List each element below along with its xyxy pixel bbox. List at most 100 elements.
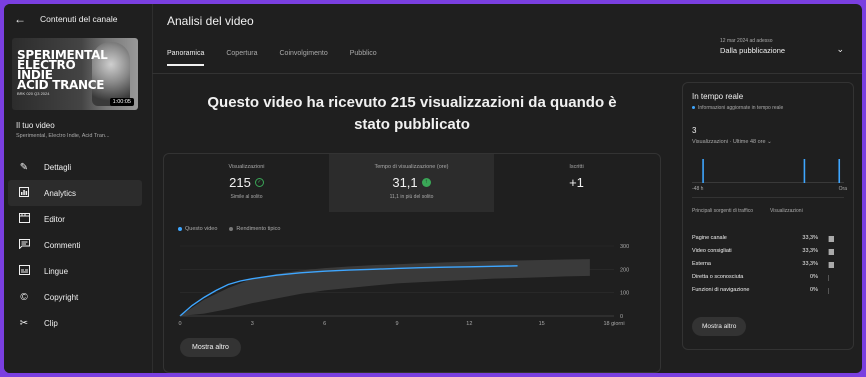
- realtime-count-label[interactable]: Visualizzazioni · Ultime 48 ore ⌄: [692, 139, 772, 145]
- realtime-count: 3: [692, 126, 697, 135]
- realtime-card: In tempo reale Informazioni aggiornate i…: [682, 82, 854, 350]
- back-to-content[interactable]: ← Contenuti del canale: [14, 13, 118, 25]
- traffic-source-bar-fill: [829, 262, 834, 268]
- realtime-bar-chart: [692, 159, 844, 183]
- traffic-source-row: Diretta o sconosciuta 0%: [692, 272, 844, 285]
- traffic-source-row: Pagine canale 33,3%: [692, 233, 844, 246]
- metric-tabs: Visualizzazioni 215 ✓ Simile al solito T…: [164, 154, 660, 212]
- metric-subscribers[interactable]: Iscritti +1: [494, 154, 659, 212]
- tab-bar: Panoramica Copertura Coinvolgimento Pubb…: [167, 50, 377, 66]
- traffic-source-row: Esterna 33,3%: [692, 259, 844, 272]
- overview-card: Visualizzazioni 215 ✓ Simile al solito T…: [163, 153, 661, 373]
- date-range-label: Dalla pubblicazione: [720, 46, 786, 55]
- comments-icon: [18, 238, 30, 252]
- sidebar-item-clip[interactable]: ✂ Clip: [8, 310, 142, 336]
- traffic-source-percent: 33,3%: [802, 248, 818, 254]
- traffic-sources-list: Pagine canale 33,3% Video consigliati 33,3%…: [692, 233, 844, 298]
- sidebar-item-dettagli[interactable]: ✎ Dettagli: [8, 154, 142, 180]
- date-range-text: 12 mar 2024 ad adesso: [720, 38, 773, 44]
- video-subtitle: Sperimental, Electro Indie, Acid Tran...: [16, 133, 110, 139]
- traffic-source-percent: 0%: [810, 287, 818, 293]
- chevron-down-icon: ⌄: [767, 139, 772, 145]
- traffic-source-bar: [828, 236, 843, 242]
- traffic-source-percent: 33,3%: [802, 235, 818, 241]
- traffic-source-name: Funzioni di navigazione: [692, 287, 750, 293]
- chevron-down-icon[interactable]: ⌄: [836, 44, 844, 55]
- legend-dot-icon: [229, 226, 234, 231]
- metric-value: +1: [569, 175, 584, 190]
- realtime-title: In tempo reale: [692, 92, 744, 101]
- traffic-source-name: Pagine canale: [692, 235, 727, 241]
- tabs-divider: [152, 73, 862, 74]
- sidebar-item-lingue[interactable]: Lingue: [8, 258, 142, 284]
- realtime-show-more-button[interactable]: Mostra altro: [692, 317, 747, 336]
- x-tick-label: 0: [178, 321, 181, 327]
- editor-icon: [18, 212, 30, 226]
- traffic-source-percent: 33,3%: [802, 261, 818, 267]
- tab-panoramica[interactable]: Panoramica: [167, 50, 205, 66]
- x-tick-label: 9: [395, 321, 398, 327]
- sidebar-nav: ✎ Dettagli Analytics Editor Commenti Lin…: [8, 154, 142, 336]
- sidebar-item-label: Lingue: [44, 266, 69, 276]
- metric-value: 215: [229, 175, 251, 190]
- sidebar-item-label: Editor: [44, 214, 65, 224]
- sidebar-item-editor[interactable]: Editor: [8, 206, 142, 232]
- legend-typical: Rendimento tipico: [229, 226, 280, 232]
- tab-coinvolgimento[interactable]: Coinvolgimento: [280, 50, 328, 66]
- traffic-source-row: Video consigliati 33,3%: [692, 246, 844, 259]
- arrow-up-icon: ↑: [421, 178, 431, 187]
- metric-watch-time[interactable]: Tempo di visualizzazione (ore) 31,1 ↑ 11…: [329, 154, 494, 212]
- metric-label: Tempo di visualizzazione (ore): [374, 164, 449, 170]
- y-tick-label: 200: [620, 267, 629, 273]
- show-more-button[interactable]: Mostra altro: [180, 338, 241, 357]
- sidebar-item-commenti[interactable]: Commenti: [8, 232, 142, 258]
- sidebar-item-label: Commenti: [44, 240, 81, 250]
- traffic-source-bar: [828, 262, 843, 268]
- x-tick-label: 15: [539, 321, 545, 327]
- sidebar-item-analytics[interactable]: Analytics: [8, 180, 142, 206]
- traffic-source-name: Video consigliati: [692, 248, 732, 254]
- metric-value: 31,1: [392, 175, 418, 190]
- back-label[interactable]: Contenuti del canale: [40, 14, 118, 24]
- live-dot-icon: [692, 106, 695, 110]
- check-circle-icon: ✓: [254, 178, 264, 187]
- chart-legend: Questo video Rendimento tipico: [178, 226, 280, 232]
- x-tick-label: 3: [251, 321, 254, 327]
- x-tick-label: 6: [323, 321, 326, 327]
- realtime-axis-end: Ora: [838, 186, 847, 192]
- video-thumbnail[interactable]: SPERIMENTAL ELECTRO INDIE ACID TRANCE BR…: [12, 38, 138, 110]
- realtime-subtitle: Informazioni aggiornate in tempo reale: [692, 105, 783, 111]
- traffic-source-percent: 0%: [810, 274, 818, 280]
- subtitles-icon: [18, 264, 30, 278]
- app-window: ← Contenuti del canale SPERIMENTAL ELECT…: [4, 4, 862, 373]
- traffic-source-name: Esterna: [692, 261, 711, 267]
- date-range-selector[interactable]: 12 mar 2024 ad adesso Dalla pubblicazion…: [720, 38, 850, 55]
- realtime-bar[interactable]: [803, 159, 806, 183]
- tab-copertura[interactable]: Copertura: [226, 50, 257, 66]
- realtime-bar[interactable]: [702, 159, 704, 183]
- realtime-bar[interactable]: [838, 159, 841, 183]
- thumbnail-subtitle: BRK 020 Q3 2024: [17, 91, 50, 96]
- copyright-icon: ©: [20, 291, 28, 303]
- divider: [692, 197, 844, 198]
- metric-sub: Simile al solito: [230, 194, 263, 200]
- traffic-source-bar-fill: [829, 236, 834, 242]
- metric-views[interactable]: Visualizzazioni 215 ✓ Simile al solito: [164, 154, 329, 212]
- sidebar-item-label: Analytics: [44, 188, 77, 198]
- x-tick-label: 18 giorni: [603, 321, 624, 327]
- thumbnail-title: SPERIMENTAL ELECTRO INDIE ACID TRANCE: [17, 48, 108, 92]
- views-chart: 0 3 6 9 12 15 18 giorni0100200300: [178, 244, 629, 327]
- x-tick-label: 12: [466, 321, 472, 327]
- sidebar-item-label: Dettagli: [44, 162, 72, 172]
- page-title: Analisi del video: [167, 14, 254, 28]
- tab-pubblico[interactable]: Pubblico: [350, 50, 377, 66]
- metric-label: Visualizzazioni: [228, 164, 265, 170]
- legend-this-video: Questo video: [178, 226, 217, 232]
- sidebar-item-label: Copyright: [44, 292, 79, 302]
- traffic-source-bar-fill: [829, 249, 834, 255]
- back-arrow-icon[interactable]: ←: [14, 13, 26, 25]
- y-tick-label: 300: [620, 244, 629, 250]
- your-video-label: Il tuo video: [16, 121, 55, 130]
- sidebar-item-copyright[interactable]: © Copyright: [8, 284, 142, 310]
- legend-dot-icon: [178, 226, 182, 231]
